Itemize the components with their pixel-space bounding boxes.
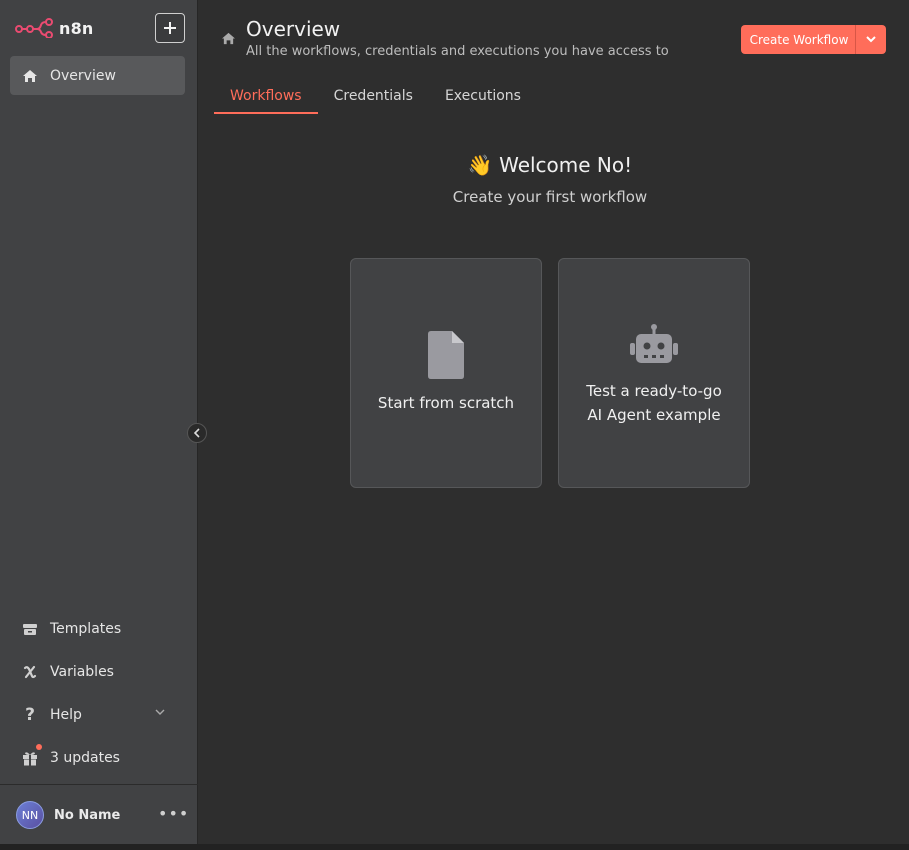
chevron-down-icon — [155, 709, 165, 715]
user-menu[interactable]: NN No Name — [16, 801, 120, 829]
sidebar: n8n Overview Templates Variables ? Help … — [0, 0, 198, 844]
tab-workflows[interactable]: Workflows — [214, 86, 318, 114]
page-title: Overview — [246, 17, 341, 41]
ai-agent-example-card[interactable]: Test a ready-to-go AI Agent example — [558, 258, 750, 488]
sidebar-item-label: Overview — [50, 67, 116, 84]
waving-hand-icon: 👋 — [467, 153, 493, 177]
chevron-left-icon — [193, 428, 200, 438]
chevron-down-icon — [866, 36, 876, 43]
avatar: NN — [16, 801, 44, 829]
tab-bar: Workflows Credentials Executions — [214, 86, 537, 114]
sidebar-item-help[interactable]: ? Help — [10, 697, 185, 733]
box-icon — [22, 623, 38, 636]
card-label-line-2: AI Agent example — [587, 406, 721, 424]
logo[interactable]: n8n — [15, 18, 94, 38]
home-icon — [23, 69, 37, 82]
window-bottom-edge — [0, 844, 909, 850]
welcome-title: Welcome No! — [499, 153, 633, 177]
card-label: Test a ready-to-go AI Agent example — [559, 379, 749, 427]
add-button[interactable] — [155, 13, 185, 43]
n8n-logo-icon — [15, 18, 53, 38]
user-name: No Name — [54, 807, 121, 823]
sidebar-item-label: 3 updates — [50, 750, 120, 766]
question-icon: ? — [25, 705, 35, 725]
card-label: Start from scratch — [377, 394, 515, 412]
sidebar-item-label: Templates — [50, 621, 122, 637]
create-workflow-label: Create Workflow — [749, 32, 849, 47]
variable-icon — [22, 665, 38, 679]
main-content: Overview All the workflows, credentials … — [199, 0, 909, 844]
sidebar-item-updates[interactable]: 3 updates — [10, 740, 185, 776]
card-label-line-1: Test a ready-to-go — [586, 382, 722, 400]
home-icon — [222, 32, 235, 45]
start-from-scratch-card[interactable]: Start from scratch — [350, 258, 542, 488]
welcome-heading: 👋 Welcome No! — [199, 153, 901, 177]
gift-icon — [22, 751, 38, 766]
sidebar-item-label: Variables — [50, 664, 114, 680]
tab-credentials[interactable]: Credentials — [318, 86, 429, 114]
notification-dot — [36, 744, 42, 750]
more-options-icon[interactable]: ••• — [158, 806, 189, 822]
plus-icon — [164, 22, 176, 34]
sidebar-item-variables[interactable]: Variables — [10, 654, 185, 690]
create-dropdown-button[interactable] — [856, 25, 886, 54]
tab-executions[interactable]: Executions — [429, 86, 537, 114]
sidebar-divider — [0, 784, 198, 785]
sidebar-item-templates[interactable]: Templates — [10, 611, 185, 647]
collapse-sidebar-button[interactable] — [187, 423, 207, 443]
robot-icon — [559, 324, 749, 364]
welcome-subtitle: Create your first workflow — [452, 188, 648, 206]
sidebar-item-overview[interactable]: Overview — [10, 56, 185, 95]
logo-text: n8n — [59, 18, 94, 38]
create-workflow-button[interactable]: Create Workflow — [741, 25, 886, 54]
sidebar-item-label: Help — [50, 707, 82, 723]
page-subtitle: All the workflows, credentials and execu… — [246, 44, 669, 59]
file-icon — [351, 331, 541, 379]
